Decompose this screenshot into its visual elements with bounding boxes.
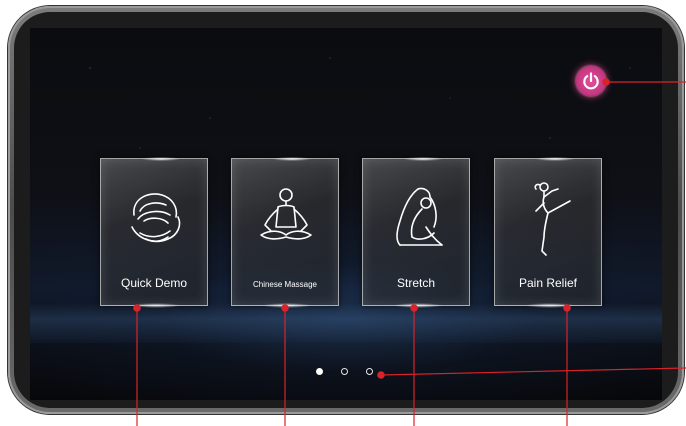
mode-card-chinese-massage[interactable]: Chinese Massage bbox=[231, 157, 339, 308]
horizon-glow bbox=[30, 303, 662, 343]
mode-card-stretch[interactable]: Stretch bbox=[362, 157, 470, 308]
card-label: Pain Relief bbox=[518, 276, 578, 290]
page-dot-3[interactable] bbox=[366, 368, 373, 375]
meditation-icon bbox=[260, 188, 312, 240]
card-label: Chinese Massage bbox=[252, 280, 318, 289]
power-button[interactable] bbox=[576, 66, 606, 96]
power-icon bbox=[583, 72, 599, 90]
yoga-stretch-icon bbox=[396, 187, 443, 246]
mode-card-pain-relief[interactable]: Pain Relief bbox=[494, 157, 602, 308]
page-indicator[interactable] bbox=[316, 368, 373, 375]
page: Quick Demo Chinese Massage Stretch Pain … bbox=[0, 0, 686, 426]
mode-card-quick-demo[interactable]: Quick Demo bbox=[100, 157, 208, 308]
kick-pose-icon bbox=[534, 182, 571, 256]
page-dot-1[interactable] bbox=[316, 368, 323, 375]
hands-icon bbox=[131, 193, 181, 243]
card-label: Stretch bbox=[396, 276, 435, 290]
page-dot-2[interactable] bbox=[341, 368, 348, 375]
card-label: Quick Demo bbox=[120, 276, 188, 290]
